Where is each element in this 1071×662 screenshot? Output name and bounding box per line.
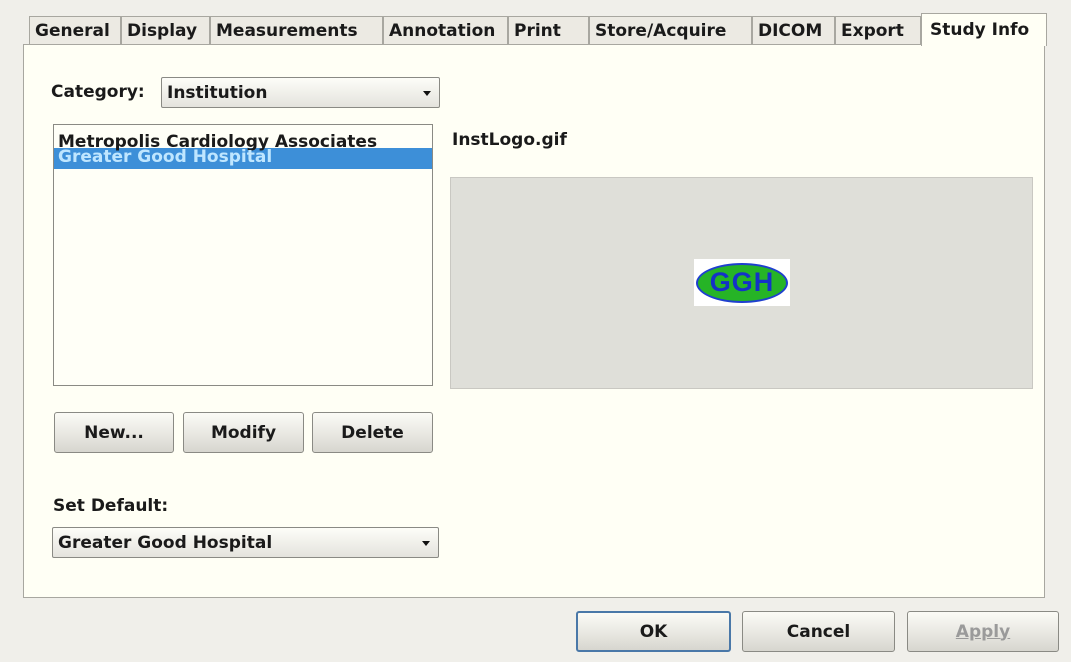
tab-label: Study Info	[930, 20, 1030, 40]
apply-button-label: Apply	[955, 621, 1011, 642]
tab-general[interactable]: General	[29, 16, 121, 45]
category-dropdown[interactable]: Institution	[161, 77, 440, 108]
tab-study-info[interactable]: Study Info	[921, 13, 1047, 46]
tab-annotation[interactable]: Annotation	[383, 16, 508, 45]
institution-logo: GGH	[694, 259, 790, 306]
tab-store-acquire[interactable]: Store/Acquire	[589, 16, 752, 45]
tab-label: Measurements	[216, 21, 358, 41]
logo-filename: InstLogo.gif	[452, 130, 567, 150]
tab-display[interactable]: Display	[121, 16, 210, 45]
tab-measurements[interactable]: Measurements	[210, 16, 383, 45]
logo-preview: GGH	[450, 177, 1033, 389]
tab-dicom[interactable]: DICOM	[752, 16, 835, 45]
chevron-down-icon	[423, 91, 431, 96]
set-default-label: Set Default:	[53, 496, 169, 516]
cancel-button[interactable]: Cancel	[742, 611, 895, 652]
category-label: Category:	[51, 82, 145, 102]
tab-label: Print	[514, 21, 561, 41]
chevron-down-icon	[422, 541, 430, 546]
tab-label: General	[35, 21, 110, 41]
tab-label: Store/Acquire	[595, 21, 727, 41]
modify-button[interactable]: Modify	[183, 412, 304, 453]
default-institution-dropdown[interactable]: Greater Good Hospital	[52, 527, 439, 558]
tab-print[interactable]: Print	[508, 16, 589, 45]
logo-ellipse: GGH	[696, 262, 788, 303]
list-top-padding	[54, 125, 432, 133]
delete-button[interactable]: Delete	[312, 412, 433, 453]
tab-label: DICOM	[758, 21, 823, 41]
default-value: Greater Good Hospital	[58, 532, 273, 553]
category-value: Institution	[167, 82, 268, 103]
apply-button[interactable]: Apply	[907, 611, 1059, 652]
tab-label: Display	[127, 21, 198, 41]
tab-label: Export	[841, 21, 904, 41]
tab-export[interactable]: Export	[835, 16, 921, 45]
institution-list[interactable]: Metropolis Cardiology Associates Greater…	[53, 124, 433, 386]
ok-button[interactable]: OK	[576, 611, 731, 652]
new-button[interactable]: New...	[54, 412, 174, 453]
logo-text: GGH	[709, 267, 775, 297]
tab-label: Annotation	[389, 21, 496, 41]
